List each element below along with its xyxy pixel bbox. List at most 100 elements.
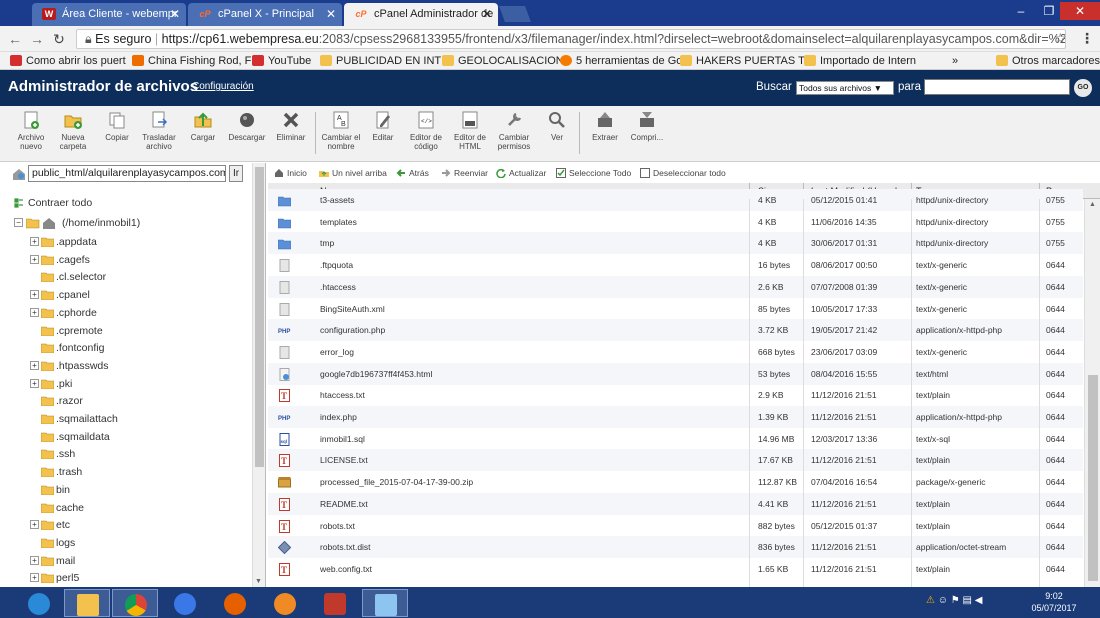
code-editor-button[interactable]: </> Editor de código <box>403 110 449 151</box>
file-list-scrollbar[interactable]: ▲ <box>1084 199 1100 587</box>
new-file-button[interactable]: Archivo nuevo <box>8 110 54 151</box>
bookmark-item[interactable]: HAKERS PUERTAS TR <box>680 54 813 68</box>
expand-toggle-icon[interactable]: + <box>30 555 39 565</box>
system-clock[interactable]: 9:02 05/07/2017 <box>1028 590 1080 614</box>
bookmark-item[interactable]: 5 herramientas de Go <box>560 54 682 68</box>
browser-tab-area-cliente[interactable]: W Área Cliente - webempr ✕ <box>32 3 186 26</box>
url-field[interactable]: 🔒︎ Es seguro | https://cp61.webempresa.e… <box>76 29 1066 49</box>
bookmark-item[interactable]: Como abrir los puert <box>10 54 126 68</box>
tree-folder-item[interactable]: logs <box>30 536 75 552</box>
google-earth-taskbar-button[interactable] <box>162 589 208 617</box>
flag-icon[interactable]: ⚑ <box>951 595 960 606</box>
tab-close-icon[interactable]: ✕ <box>482 3 492 25</box>
nav-refresh[interactable]: Actualizar <box>496 168 546 178</box>
change-permissions-button[interactable]: Cambiar permisos <box>491 110 537 151</box>
user-icon[interactable]: ☺ <box>938 595 948 606</box>
move-file-button[interactable]: Trasladar archivo <box>136 110 182 151</box>
new-folder-button[interactable]: Nueva carpeta <box>50 110 96 151</box>
bookmark-item[interactable]: PUBLICIDAD EN INTE <box>320 54 448 68</box>
bookmark-item[interactable]: YouTube <box>252 54 311 68</box>
file-row[interactable]: BingSiteAuth.xml 85 bytes 10/05/2017 17:33… <box>268 298 1083 320</box>
tree-folder-item[interactable]: cache <box>30 501 84 517</box>
nav-back[interactable]: Atrás <box>396 168 429 178</box>
file-row[interactable]: PHP configuration.php 3.72 KB 19/05/2017 21… <box>268 319 1083 342</box>
expand-toggle-icon[interactable]: + <box>30 290 39 300</box>
tab-close-icon[interactable]: ✕ <box>170 3 180 25</box>
tree-folder-item[interactable]: + .appdata <box>30 235 97 251</box>
path-go-button[interactable]: Ir <box>229 165 243 182</box>
file-row[interactable]: Trobots.txt 882 bytes 05/12/2015 01:37 text… <box>268 515 1083 537</box>
expand-toggle-icon[interactable]: + <box>30 573 39 583</box>
configuration-link[interactable]: Configuración <box>192 81 254 92</box>
app-taskbar-button[interactable] <box>312 589 358 617</box>
new-tab-button[interactable] <box>499 6 531 22</box>
file-row[interactable]: processed_file_2015-07-04-17-39-00.zip 11… <box>268 471 1083 493</box>
bookmark-star-icon[interactable]: ☆ <box>1054 30 1067 47</box>
file-row[interactable]: T LICENSE.txt 17.67 KB 11/12/2016 21:51 text… <box>268 449 1083 472</box>
scroll-down-arrow-icon[interactable]: ▼ <box>255 578 262 585</box>
bookmark-item[interactable]: Otros marcadores <box>996 54 1100 68</box>
tree-folder-item[interactable]: + .cpanel <box>30 288 90 304</box>
tab-close-icon[interactable]: ✕ <box>326 3 336 25</box>
upload-button[interactable]: Cargar <box>180 110 226 142</box>
tree-folder-item[interactable]: .fontconfig <box>30 341 104 357</box>
expand-toggle-icon[interactable]: + <box>30 378 39 388</box>
nav-up-one-level[interactable]: Un nivel arriba <box>319 168 387 178</box>
html-editor-button[interactable]: Editor de HTML <box>447 110 493 151</box>
tree-folder-item[interactable]: .sqmaildata <box>30 430 110 446</box>
browser-tab-cpanel-principal[interactable]: cP cPanel X - Principal ✕ <box>188 3 342 26</box>
warning-icon[interactable]: ⚠ <box>926 595 935 606</box>
nav-deselect-all[interactable]: Deseleccionar todo <box>640 168 726 178</box>
tree-folder-item[interactable]: + mail <box>30 554 75 570</box>
expand-toggle-icon[interactable]: + <box>30 360 39 370</box>
tree-folder-item[interactable]: + .pki <box>30 377 72 393</box>
firefox-taskbar-button[interactable] <box>212 589 258 617</box>
path-input[interactable]: public_html/alquilarenplayasycampos.com <box>28 165 226 182</box>
bookmark-item[interactable]: Importado de Intern <box>804 54 916 68</box>
file-row[interactable]: T README.txt 4.41 KB 11/12/2016 21:51 text/p… <box>268 492 1083 515</box>
file-row[interactable]: Thtaccess.txt 2.9 KB 11/12/2016 21:51 text/… <box>268 384 1083 406</box>
file-row[interactable]: google7db196737ff4f453.html 53 bytes 08/04… <box>268 362 1083 385</box>
scroll-up-arrow-icon[interactable]: ▲ <box>1089 201 1096 208</box>
tree-root[interactable]: − (/home/inmobil1) <box>14 217 140 229</box>
collapse-toggle-icon[interactable]: − <box>14 218 23 227</box>
bookmark-item[interactable]: GEOLOCALISACION <box>442 54 564 68</box>
expand-toggle-icon[interactable]: + <box>30 307 39 317</box>
file-row[interactable]: tmp 4 KB 30/06/2017 01:31 httpd/unix-direct… <box>268 232 1083 255</box>
app-taskbar-button[interactable] <box>262 589 308 617</box>
nav-select-all[interactable]: Seleccione Todo <box>556 168 631 178</box>
file-row[interactable]: sql inmobil1.sql 14.96 MB 12/03/2017 13:36 t… <box>268 428 1083 450</box>
copy-button[interactable]: Copiar <box>94 110 140 142</box>
expand-toggle-icon[interactable]: + <box>30 237 39 246</box>
tree-folder-item[interactable]: .razor <box>30 394 83 410</box>
back-arrow-icon[interactable]: ← <box>6 30 24 48</box>
nav-forward[interactable]: Reenviar <box>441 168 488 178</box>
view-button[interactable]: Ver <box>534 110 580 142</box>
search-input[interactable] <box>924 79 1070 95</box>
nav-home[interactable]: Inicio <box>274 168 307 178</box>
tree-folder-item[interactable]: bin <box>30 483 70 499</box>
tree-folder-item[interactable]: .ssh <box>30 447 75 463</box>
file-explorer-taskbar-button[interactable] <box>64 589 110 617</box>
tree-folder-item[interactable]: .sqmailattach <box>30 412 118 428</box>
tree-folder-item[interactable]: + .cagefs <box>30 253 90 269</box>
left-scrollbar-thumb[interactable] <box>255 167 264 467</box>
search-scope-select[interactable]: Todos sus archivos ▼ <box>796 81 894 95</box>
file-row[interactable]: .htaccess 2.6 KB 07/07/2008 01:39 text/x-ge… <box>268 275 1083 298</box>
browser-menu-icon[interactable]: ⋮ <box>1080 30 1094 47</box>
tree-folder-item[interactable]: + etc <box>30 518 70 534</box>
collapse-all-link[interactable]: Contraer todo <box>14 197 92 209</box>
file-row[interactable]: robots.txt.dist 836 bytes 11/12/2016 21:51… <box>268 536 1083 559</box>
search-go-button[interactable]: GO <box>1074 79 1092 97</box>
network-icon[interactable]: ▤ <box>963 595 972 606</box>
file-row[interactable]: .ftpquota 16 bytes 08/06/2017 00:50 text/x-… <box>268 254 1083 276</box>
volume-icon[interactable]: ◀ <box>975 595 983 606</box>
window-close-icon[interactable]: ✕ <box>1060 2 1100 20</box>
browser-tab-cpanel-administrador[interactable]: cP cPanel Administrador de ✕ <box>344 3 498 26</box>
tree-folder-item[interactable]: + perl5 <box>30 571 79 587</box>
file-row[interactable]: templates 4 KB 11/06/2016 14:35 httpd/unix-… <box>268 211 1083 233</box>
tree-folder-item[interactable]: + .cphorde <box>30 306 97 322</box>
download-button[interactable]: Descargar <box>224 110 270 142</box>
file-row[interactable]: PHP index.php 1.39 KB 11/12/2016 21:51 appli… <box>268 406 1083 428</box>
expand-toggle-icon[interactable]: + <box>30 254 39 264</box>
